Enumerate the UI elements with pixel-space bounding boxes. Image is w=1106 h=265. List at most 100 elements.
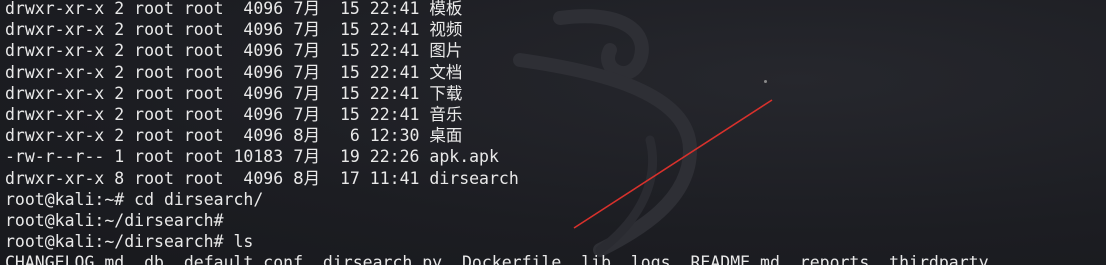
shell-command: ls — [223, 232, 254, 252]
file-permissions: drwxr-xr-x — [5, 0, 115, 18]
file-day: 17 — [320, 168, 370, 188]
file-day: 19 — [320, 147, 370, 167]
file-name: 下载 — [429, 83, 463, 103]
file-month: 8月 — [293, 126, 321, 146]
file-links: 2 — [114, 0, 135, 18]
mouse-pointer-dot — [764, 80, 767, 83]
file-group: root — [183, 168, 234, 188]
listing-row: -rw-r--r-- 1 root root 10183 7月 19 22:26… — [5, 146, 989, 167]
file-permissions: drwxr-xr-x — [5, 126, 115, 146]
ls-entry: CHANGELOG.md — [5, 253, 145, 265]
listing-row: drwxr-xr-x 2 root root 4096 7月 15 22:41 … — [5, 40, 989, 61]
shell-prompt: root@kali:~/dirsearch# — [5, 210, 224, 230]
ls-entry: lib — [581, 253, 631, 265]
ls-entry: default.conf — [183, 253, 323, 265]
ls-entry: db — [144, 253, 184, 265]
file-owner: root — [134, 62, 184, 82]
file-name: 音乐 — [429, 104, 463, 124]
file-time: 22:41 — [369, 62, 430, 82]
file-group: root — [183, 62, 234, 82]
file-links: 2 — [114, 41, 135, 61]
file-group: root — [183, 0, 234, 18]
file-permissions: drwxr-xr-x — [5, 41, 115, 61]
file-month: 7月 — [293, 62, 321, 82]
file-month: 7月 — [293, 104, 321, 124]
file-time: 11:41 — [369, 168, 430, 188]
file-links: 2 — [114, 62, 135, 82]
file-links: 2 — [114, 20, 135, 40]
file-owner: root — [134, 104, 184, 124]
file-size: 4096 — [233, 62, 294, 82]
listing-row: drwxr-xr-x 2 root root 4096 7月 15 22:41 … — [5, 62, 989, 83]
file-name: 视频 — [429, 20, 463, 40]
terminal-output: drwxr-xr-x 2 root root 4096 7月 15 22:41 … — [5, 0, 989, 265]
ls-entry: README.md — [690, 253, 800, 265]
file-time: 22:26 — [369, 147, 430, 167]
listing-row: drwxr-xr-x 2 root root 4096 7月 15 22:41 … — [5, 104, 989, 125]
file-month: 7月 — [293, 0, 321, 18]
file-group: root — [183, 126, 234, 146]
shell-prompt: root@kali:~# — [5, 189, 125, 209]
file-size: 4096 — [233, 20, 294, 40]
listing-row: drwxr-xr-x 2 root root 4096 8月 6 12:30 桌… — [5, 125, 989, 146]
file-size: 4096 — [233, 104, 294, 124]
file-month: 7月 — [293, 41, 321, 61]
file-links: 8 — [114, 168, 135, 188]
file-time: 22:41 — [369, 0, 430, 18]
file-group: root — [183, 41, 234, 61]
listing-row: drwxr-xr-x 2 root root 4096 7月 15 22:41 … — [5, 83, 989, 104]
file-group: root — [183, 104, 234, 124]
file-permissions: drwxr-xr-x — [5, 104, 115, 124]
file-group: root — [183, 147, 234, 167]
file-owner: root — [134, 83, 184, 103]
file-size: 4096 — [233, 41, 294, 61]
file-permissions: drwxr-xr-x — [5, 62, 115, 82]
file-day: 15 — [320, 104, 370, 124]
file-size: 10183 — [233, 147, 294, 167]
file-group: root — [183, 20, 234, 40]
file-day: 15 — [320, 41, 370, 61]
file-name: 桌面 — [429, 126, 463, 146]
file-time: 22:41 — [369, 83, 430, 103]
file-size: 4096 — [233, 168, 294, 188]
file-owner: root — [134, 126, 184, 146]
file-owner: root — [134, 20, 184, 40]
command-line: root@kali:~/dirsearch# ls — [5, 231, 989, 252]
file-size: 4096 — [233, 126, 294, 146]
file-links: 2 — [114, 83, 135, 103]
file-day: 6 — [320, 126, 370, 146]
file-size: 4096 — [233, 0, 294, 18]
file-name: dirsearch — [429, 168, 519, 188]
file-group: root — [183, 83, 234, 103]
ls-entry: reports — [799, 253, 890, 265]
listing-row: drwxr-xr-x 2 root root 4096 7月 15 22:41 … — [5, 0, 989, 19]
file-name: 模板 — [429, 0, 463, 18]
file-month: 7月 — [293, 20, 321, 40]
file-day: 15 — [320, 83, 370, 103]
file-month: 7月 — [293, 83, 321, 103]
file-size: 4096 — [233, 83, 294, 103]
ls-entry: Dockerfile — [461, 253, 582, 265]
command-line: root@kali:~/dirsearch# — [5, 210, 989, 231]
file-month: 7月 — [293, 147, 321, 167]
file-links: 2 — [114, 126, 135, 146]
file-owner: root — [134, 41, 184, 61]
file-day: 15 — [320, 0, 370, 18]
file-time: 22:41 — [369, 20, 430, 40]
file-permissions: drwxr-xr-x — [5, 20, 115, 40]
file-month: 8月 — [293, 168, 321, 188]
listing-row: drwxr-xr-x 8 root root 4096 8月 17 11:41 … — [5, 168, 989, 189]
shell-prompt: root@kali:~/dirsearch# — [5, 232, 224, 252]
file-links: 2 — [114, 104, 135, 124]
terminal-window[interactable]: drwxr-xr-x 2 root root 4096 7月 15 22:41 … — [0, 0, 1106, 265]
file-time: 12:30 — [369, 126, 430, 146]
file-permissions: -rw-r--r-- — [5, 147, 115, 167]
file-permissions: drwxr-xr-x — [5, 83, 115, 103]
shell-command: cd dirsearch/ — [124, 189, 264, 209]
ls-output-line: CHANGELOG.md db default.conf dirsearch.p… — [5, 252, 989, 265]
file-name: apk.apk — [429, 147, 499, 167]
ls-entry: dirsearch.py — [322, 253, 462, 265]
file-time: 22:41 — [369, 41, 430, 61]
command-line: root@kali:~# cd dirsearch/ — [5, 189, 989, 210]
file-day: 15 — [320, 20, 370, 40]
